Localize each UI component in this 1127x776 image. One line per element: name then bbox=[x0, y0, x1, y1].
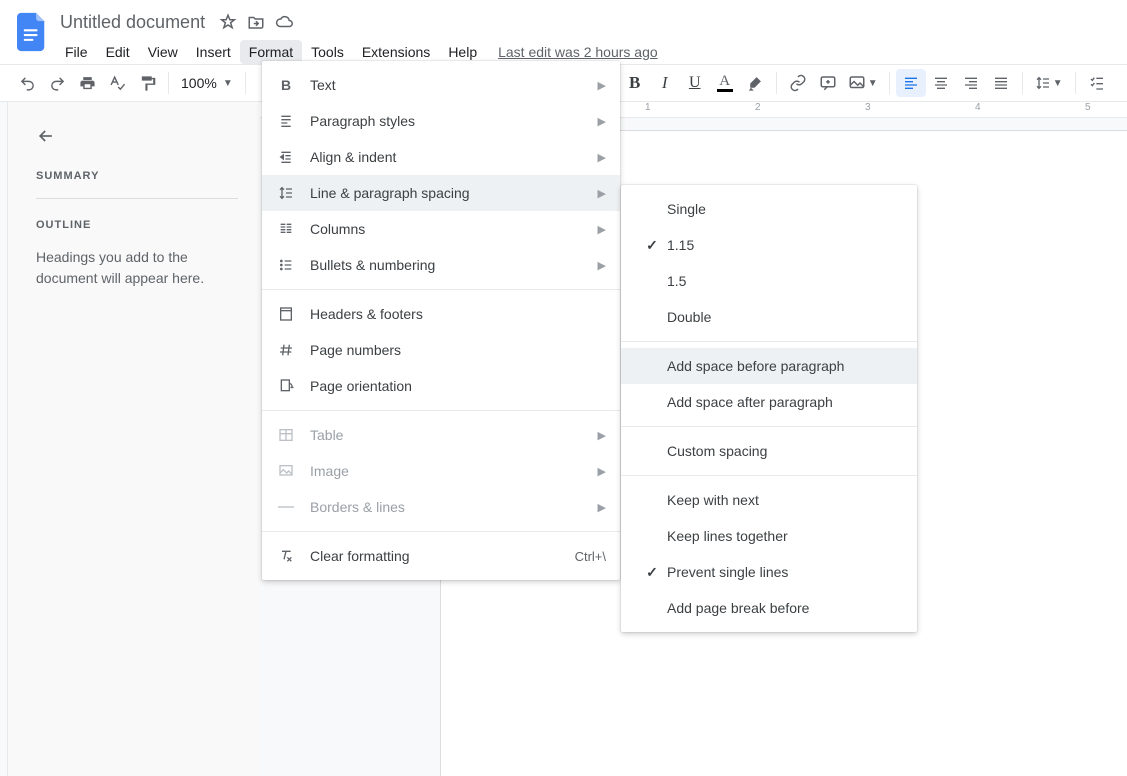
paint-format-button[interactable] bbox=[132, 69, 162, 97]
format-bullets[interactable]: Bullets & numbering▶ bbox=[262, 247, 620, 283]
paragraph-styles-icon bbox=[276, 113, 296, 129]
format-align-indent[interactable]: Align & indent▶ bbox=[262, 139, 620, 175]
page-numbers-icon bbox=[276, 342, 296, 358]
format-menu-dropdown: B Text▶ Paragraph styles▶ Align & indent… bbox=[262, 61, 620, 580]
text-color-button[interactable]: A bbox=[710, 69, 740, 97]
format-text[interactable]: B Text▶ bbox=[262, 67, 620, 103]
align-justify-button[interactable] bbox=[986, 69, 1016, 97]
format-page-orientation[interactable]: Page orientation bbox=[262, 368, 620, 404]
document-title[interactable]: Untitled document bbox=[56, 10, 209, 35]
outline-pane: SUMMARY OUTLINE Headings you add to the … bbox=[8, 102, 260, 776]
line-spacing-submenu: Single ✓1.15 1.5 Double Add space before… bbox=[621, 185, 917, 632]
summary-heading: SUMMARY bbox=[36, 170, 238, 182]
spacing-page-break-before[interactable]: Add page break before bbox=[621, 590, 917, 626]
menu-view[interactable]: View bbox=[139, 40, 187, 64]
italic-button[interactable]: I bbox=[650, 69, 680, 97]
bullets-icon bbox=[276, 257, 296, 273]
spacing-keep-together[interactable]: Keep lines together bbox=[621, 518, 917, 554]
check-icon: ✓ bbox=[637, 564, 667, 581]
spacing-keep-next[interactable]: Keep with next bbox=[621, 482, 917, 518]
checklist-button[interactable] bbox=[1082, 69, 1112, 97]
align-indent-icon bbox=[276, 149, 296, 165]
spacing-15[interactable]: 1.5 bbox=[621, 263, 917, 299]
format-page-numbers[interactable]: Page numbers bbox=[262, 332, 620, 368]
line-spacing-icon bbox=[276, 185, 296, 201]
menu-file[interactable]: File bbox=[56, 40, 97, 64]
spacing-add-after[interactable]: Add space after paragraph bbox=[621, 384, 917, 420]
bold-button[interactable]: B bbox=[620, 69, 650, 97]
back-arrow-icon[interactable] bbox=[36, 126, 60, 146]
format-columns[interactable]: Columns▶ bbox=[262, 211, 620, 247]
redo-button[interactable] bbox=[42, 69, 72, 97]
format-paragraph-styles[interactable]: Paragraph styles▶ bbox=[262, 103, 620, 139]
columns-icon bbox=[276, 221, 296, 237]
format-headers-footers[interactable]: Headers & footers bbox=[262, 296, 620, 332]
table-icon bbox=[276, 427, 296, 443]
underline-button[interactable]: U bbox=[680, 69, 710, 97]
outline-hint: Headings you add to the document will ap… bbox=[36, 247, 238, 289]
clear-formatting-icon bbox=[276, 548, 296, 564]
insert-link-button[interactable] bbox=[783, 69, 813, 97]
spacing-double[interactable]: Double bbox=[621, 299, 917, 335]
undo-button[interactable] bbox=[12, 69, 42, 97]
print-button[interactable] bbox=[72, 69, 102, 97]
docs-logo[interactable] bbox=[12, 8, 52, 56]
spacing-add-before[interactable]: Add space before paragraph bbox=[621, 348, 917, 384]
format-borders-lines: Borders & lines▶ bbox=[262, 489, 620, 525]
headers-footers-icon bbox=[276, 306, 296, 322]
format-line-spacing[interactable]: Line & paragraph spacing▶ bbox=[262, 175, 620, 211]
cloud-status-icon[interactable] bbox=[275, 13, 293, 31]
spellcheck-button[interactable] bbox=[102, 69, 132, 97]
format-clear-formatting[interactable]: Clear formatting Ctrl+\ bbox=[262, 538, 620, 574]
insert-image-button[interactable]: ▼ bbox=[843, 69, 883, 97]
last-edit-link[interactable]: Last edit was 2 hours ago bbox=[498, 44, 658, 60]
spacing-115[interactable]: ✓1.15 bbox=[621, 227, 917, 263]
spacing-custom[interactable]: Custom spacing bbox=[621, 433, 917, 469]
menu-edit[interactable]: Edit bbox=[97, 40, 139, 64]
image-icon bbox=[276, 463, 296, 479]
page-orientation-icon bbox=[276, 378, 296, 394]
spacing-prevent-single[interactable]: ✓Prevent single lines bbox=[621, 554, 917, 590]
align-right-button[interactable] bbox=[956, 69, 986, 97]
zoom-select[interactable]: 100%▼ bbox=[175, 75, 239, 91]
align-left-button[interactable] bbox=[896, 69, 926, 97]
highlight-button[interactable] bbox=[740, 69, 770, 97]
align-center-button[interactable] bbox=[926, 69, 956, 97]
format-image: Image▶ bbox=[262, 453, 620, 489]
format-table: Table▶ bbox=[262, 417, 620, 453]
menu-insert[interactable]: Insert bbox=[187, 40, 240, 64]
outline-heading: OUTLINE bbox=[36, 219, 238, 231]
bold-icon: B bbox=[276, 77, 296, 93]
borders-lines-icon bbox=[276, 505, 296, 509]
star-icon[interactable] bbox=[219, 13, 237, 31]
line-spacing-button[interactable]: ▼ bbox=[1029, 69, 1069, 97]
spacing-single[interactable]: Single bbox=[621, 191, 917, 227]
add-comment-button[interactable] bbox=[813, 69, 843, 97]
check-icon: ✓ bbox=[637, 237, 667, 254]
move-icon[interactable] bbox=[247, 13, 265, 31]
